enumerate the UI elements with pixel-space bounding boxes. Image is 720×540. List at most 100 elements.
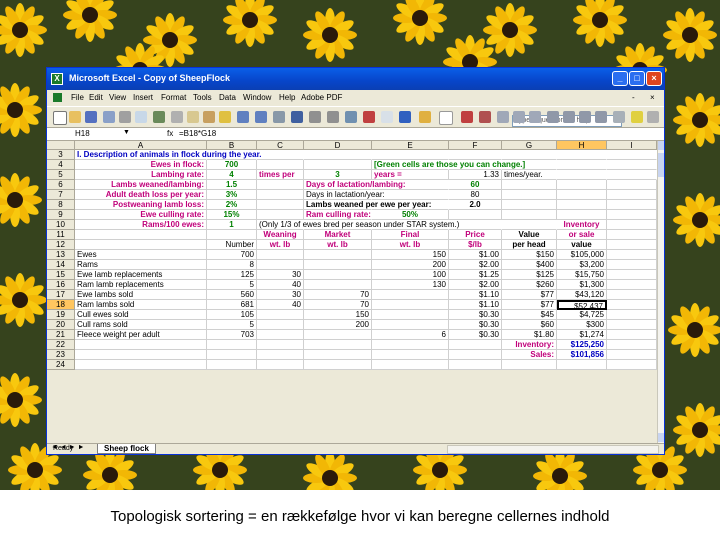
cell-f18[interactable]: $1.10 — [449, 300, 502, 310]
cell-e3[interactable] — [372, 150, 449, 160]
cell-c21[interactable] — [257, 330, 304, 340]
autosum-icon[interactable] — [291, 111, 303, 123]
cell-i17[interactable] — [607, 290, 657, 300]
minimize-button[interactable]: _ — [612, 71, 628, 86]
cell-e11[interactable]: Final — [372, 230, 449, 240]
row-header-13[interactable]: 13 — [47, 250, 75, 260]
cell-b13[interactable]: 700 — [207, 250, 257, 260]
cell-f6[interactable]: 60 — [449, 180, 502, 190]
align-left-icon[interactable] — [547, 111, 559, 123]
menu-data[interactable]: Data — [219, 93, 236, 102]
cell-f21[interactable]: $0.30 — [449, 330, 502, 340]
align-center-icon[interactable] — [563, 111, 575, 123]
cell-b20[interactable]: 5 — [207, 320, 257, 330]
borders-icon[interactable] — [613, 111, 625, 123]
cell-e19[interactable] — [372, 310, 449, 320]
cell-g24[interactable] — [502, 360, 557, 370]
cell-a15[interactable]: Ewe lamb replacements — [75, 270, 207, 280]
cell-e17[interactable] — [372, 290, 449, 300]
cell-f19[interactable]: $0.30 — [449, 310, 502, 320]
column-header-e[interactable]: E — [372, 141, 449, 150]
cell-c14[interactable] — [257, 260, 304, 270]
cell-h7[interactable] — [557, 190, 607, 200]
cell-i15[interactable] — [607, 270, 657, 280]
cell-e5[interactable]: years = — [372, 170, 449, 180]
cell-g18[interactable]: $77 — [502, 300, 557, 310]
cell-b4[interactable]: 700 — [207, 160, 257, 170]
cell-a18[interactable]: Ram lambs sold — [75, 300, 207, 310]
row-header-20[interactable]: 20 — [47, 320, 75, 330]
scroll-up-icon[interactable] — [658, 141, 664, 150]
cell-c15[interactable]: 30 — [257, 270, 304, 280]
cell-c19[interactable] — [257, 310, 304, 320]
pdf-email-icon[interactable] — [479, 111, 491, 123]
row-header-3[interactable]: 3 — [47, 150, 75, 160]
column-header-d[interactable]: D — [304, 141, 372, 150]
menu-file[interactable]: File — [71, 93, 84, 102]
cell-g15[interactable]: $125 — [502, 270, 557, 280]
workbook-close-button[interactable]: × — [650, 93, 655, 102]
insert-function-icon[interactable]: fx — [167, 129, 173, 138]
cell-b16[interactable]: 5 — [207, 280, 257, 290]
cut-icon[interactable] — [171, 111, 183, 123]
cell-a11[interactable] — [75, 230, 207, 240]
cell-i12[interactable] — [607, 240, 657, 250]
cell-g21[interactable]: $1.80 — [502, 330, 557, 340]
cell-f13[interactable]: $1.00 — [449, 250, 502, 260]
cell-g13[interactable]: $150 — [502, 250, 557, 260]
cell-a16[interactable]: Ram lamb replacements — [75, 280, 207, 290]
cell-i13[interactable] — [607, 250, 657, 260]
spelling-icon[interactable] — [153, 111, 165, 123]
cell-f20[interactable]: $0.30 — [449, 320, 502, 330]
cell-h20[interactable]: $300 — [557, 320, 607, 330]
cell-g3[interactable] — [502, 150, 557, 160]
cell-h9[interactable] — [557, 210, 607, 220]
cell-h6[interactable] — [557, 180, 607, 190]
cell-b24[interactable] — [207, 360, 257, 370]
cell-g11[interactable]: Value — [502, 230, 557, 240]
cell-f16[interactable]: $2.00 — [449, 280, 502, 290]
print-icon[interactable] — [119, 111, 131, 123]
cell-g20[interactable]: $60 — [502, 320, 557, 330]
row-header-10[interactable]: 10 — [47, 220, 75, 230]
chart-wizard-icon[interactable] — [345, 111, 357, 123]
cell-f9[interactable] — [449, 210, 502, 220]
cell-b11[interactable] — [207, 230, 257, 240]
cell-d13[interactable] — [304, 250, 372, 260]
cell-c6[interactable] — [257, 180, 304, 190]
row-header-14[interactable]: 14 — [47, 260, 75, 270]
row-header-23[interactable]: 23 — [47, 350, 75, 360]
cell-g23[interactable]: Sales: — [502, 350, 557, 360]
cell-b12[interactable]: Number — [207, 240, 257, 250]
cell-c24[interactable] — [257, 360, 304, 370]
drawing-icon[interactable] — [363, 111, 375, 123]
cell-c18[interactable]: 40 — [257, 300, 304, 310]
cell-a20[interactable]: Cull rams sold — [75, 320, 207, 330]
cell-d20[interactable]: 200 — [304, 320, 372, 330]
cell-b18[interactable]: 681 — [207, 300, 257, 310]
undo-icon[interactable] — [237, 111, 249, 123]
column-header-i[interactable]: I — [607, 141, 657, 150]
cell-d12[interactable]: wt. lb — [304, 240, 372, 250]
cell-i24[interactable] — [607, 360, 657, 370]
new-icon[interactable] — [53, 111, 67, 125]
cell-i3[interactable] — [607, 150, 657, 160]
select-all-corner[interactable] — [47, 141, 75, 150]
cell-d14[interactable] — [304, 260, 372, 270]
cell-h19[interactable]: $4,725 — [557, 310, 607, 320]
cell-g7[interactable] — [502, 190, 557, 200]
format-painter-icon[interactable] — [219, 111, 231, 123]
cell-f11[interactable]: Price — [449, 230, 502, 240]
toolbar-options-icon[interactable] — [647, 111, 659, 123]
cell-d5[interactable]: 3 — [304, 170, 372, 180]
workbook-minimize-button[interactable]: - — [632, 93, 635, 102]
cell-b9[interactable]: 15% — [207, 210, 257, 220]
cell-a13[interactable]: Ewes — [75, 250, 207, 260]
cell-e21[interactable]: 6 — [372, 330, 449, 340]
cell-h10[interactable]: Inventory — [557, 220, 607, 230]
name-box-dropdown-icon[interactable]: ▼ — [123, 129, 130, 136]
menu-format[interactable]: Format — [161, 93, 186, 102]
cell-e22[interactable] — [372, 340, 449, 350]
cell-i20[interactable] — [607, 320, 657, 330]
cell-b8[interactable]: 2% — [207, 200, 257, 210]
